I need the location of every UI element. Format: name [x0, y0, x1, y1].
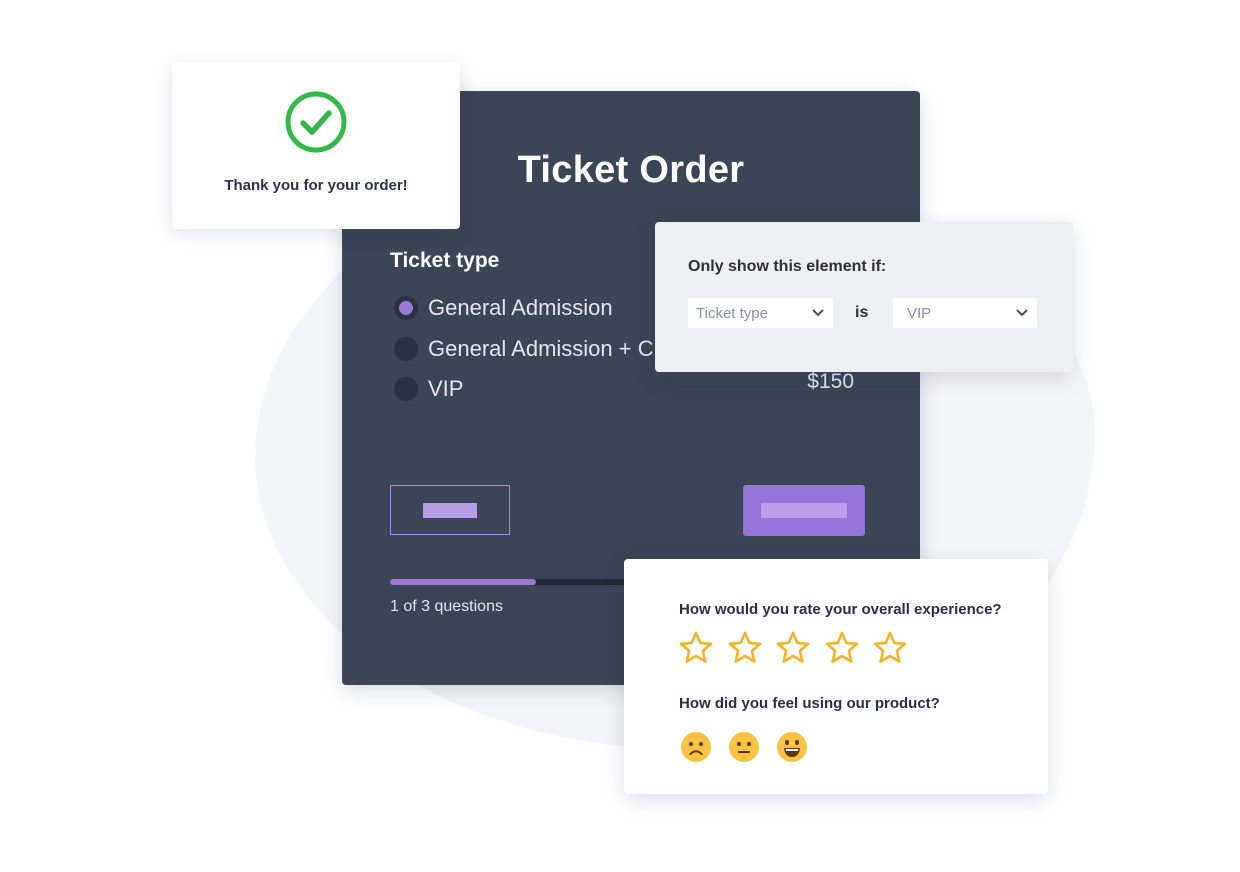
conditional-logic-card: Only show this element if: Ticket type i… — [655, 222, 1073, 372]
option-vip[interactable]: VIP — [394, 374, 694, 404]
star-icon[interactable] — [678, 630, 714, 666]
rating-question: How would you rate your overall experien… — [679, 601, 1002, 618]
back-button-placeholder — [423, 502, 477, 518]
progress-text: 1 of 3 questions — [390, 598, 503, 615]
next-button[interactable] — [743, 485, 865, 536]
star-icon[interactable] — [775, 630, 811, 666]
operator-label: is — [855, 304, 869, 321]
option-general-admission-plus[interactable]: General Admission + C — [394, 334, 694, 364]
progress-fill — [390, 579, 537, 585]
star-icon[interactable] — [872, 630, 908, 666]
back-button[interactable] — [390, 485, 510, 535]
logic-title: Only show this element if: — [688, 258, 887, 275]
option-label: General Admission + C — [428, 336, 654, 361]
star-rating[interactable] — [678, 630, 921, 666]
star-icon[interactable] — [824, 630, 860, 666]
field-select[interactable]: Ticket type — [688, 298, 833, 328]
check-circle-icon — [285, 91, 347, 153]
ticket-type-label: Ticket type — [390, 249, 500, 272]
neutral-face-icon[interactable] — [728, 731, 760, 763]
vip-price: $150 — [807, 370, 854, 393]
radio-unchecked-icon[interactable] — [394, 337, 418, 361]
option-general-admission[interactable]: General Admission — [394, 293, 694, 323]
option-label: General Admission — [428, 295, 613, 320]
thank-you-message: Thank you for your order! — [224, 177, 408, 194]
value-select-value: VIP — [907, 304, 932, 322]
field-select-value: Ticket type — [696, 304, 768, 322]
option-label: VIP — [428, 376, 464, 401]
chevron-down-icon — [1016, 309, 1028, 317]
feedback-card: How would you rate your overall experien… — [624, 559, 1048, 794]
star-icon[interactable] — [727, 630, 763, 666]
next-button-placeholder — [761, 503, 847, 518]
radio-checked-icon[interactable] — [394, 296, 418, 320]
sad-face-icon[interactable] — [680, 731, 712, 763]
radio-unchecked-icon[interactable] — [394, 377, 418, 401]
happy-face-icon[interactable] — [776, 731, 808, 763]
value-select[interactable]: VIP — [893, 298, 1037, 328]
emoji-rating[interactable] — [680, 731, 824, 763]
feeling-question: How did you feel using our product? — [679, 695, 940, 712]
chevron-down-icon — [812, 309, 824, 317]
thank-you-card: Thank you for your order! — [172, 62, 460, 229]
